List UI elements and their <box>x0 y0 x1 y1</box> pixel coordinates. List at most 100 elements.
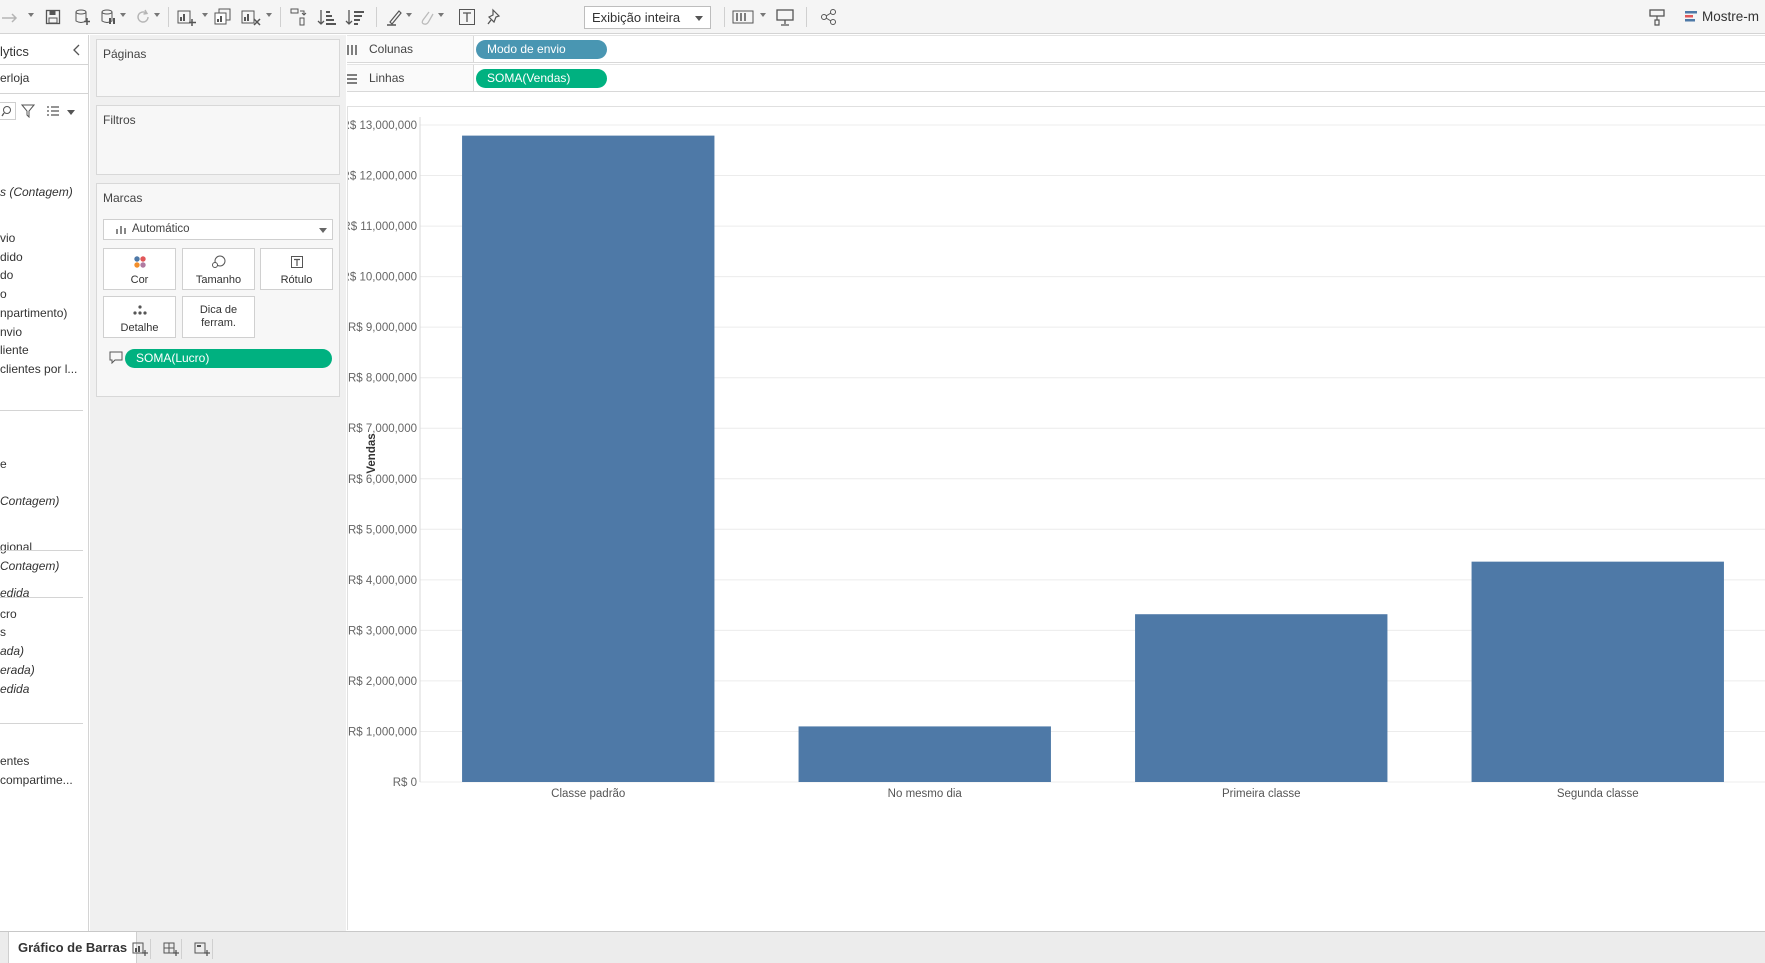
highlight-icon[interactable] <box>384 6 406 28</box>
analytics-tab-label[interactable]: lytics <box>0 44 29 59</box>
marks-card: Marcas Automático Cor Tamanho Rótulo Det… <box>96 183 340 397</box>
show-cards-icon[interactable] <box>732 6 754 28</box>
detail-button[interactable]: Detalhe <box>103 296 176 338</box>
search-field[interactable] <box>0 102 16 120</box>
chevron-down-icon <box>695 16 703 21</box>
field-item[interactable]: s <box>0 625 6 639</box>
field-item[interactable]: ada) <box>0 644 24 658</box>
bar[interactable] <box>462 135 715 782</box>
refresh-dropdown-icon[interactable] <box>154 13 160 17</box>
field-item[interactable]: o <box>0 287 7 301</box>
field-item[interactable]: erada) <box>0 663 35 677</box>
field-item[interactable]: liente <box>0 343 29 357</box>
pane-divider <box>0 723 83 724</box>
field-item[interactable]: vio <box>0 231 15 245</box>
view-options-icon[interactable] <box>46 105 60 120</box>
redo-dropdown-icon[interactable] <box>28 13 34 17</box>
field-item[interactable]: cro <box>0 607 17 621</box>
collapse-pane-icon[interactable] <box>73 44 81 59</box>
pages-card[interactable]: Páginas <box>96 39 340 97</box>
chart-view: R$ 0 R$ 1,000,000 R$ 2,000,000 R$ 3,000,000… <box>347 106 1765 930</box>
y-tick-label: R$ 12,000,000 <box>348 171 417 183</box>
new-dashboard-tab-icon[interactable] <box>160 939 182 959</box>
sheet-tab-active[interactable]: Gráfico de Barras <box>8 932 138 963</box>
redo-icon[interactable] <box>0 6 22 28</box>
field-item[interactable]: e <box>0 457 7 471</box>
pane-divider <box>0 93 88 94</box>
field-item[interactable]: Contagem) <box>0 559 59 573</box>
toolbar-divider <box>376 7 377 27</box>
label-button[interactable]: Rótulo <box>260 248 333 290</box>
color-button[interactable]: Cor <box>103 248 176 290</box>
size-button[interactable]: Tamanho <box>182 248 255 290</box>
duplicate-sheet-icon[interactable] <box>212 6 234 28</box>
show-cards-dropdown-icon[interactable] <box>760 13 766 17</box>
view-options-dropdown-icon[interactable] <box>67 110 75 115</box>
presentation-mode-icon[interactable] <box>774 6 796 28</box>
bar[interactable] <box>1471 561 1724 782</box>
field-item[interactable]: dido <box>0 250 23 264</box>
mark-type-dropdown[interactable]: Automático <box>103 219 333 240</box>
field-item[interactable]: npartimento) <box>0 306 67 320</box>
pause-datasource-icon[interactable] <box>98 6 120 28</box>
format-painter-icon[interactable] <box>1646 6 1668 28</box>
size-icon <box>211 255 225 268</box>
field-item[interactable]: s (Contagem) <box>0 185 73 199</box>
y-tick-label: R$ 8,000,000 <box>348 373 417 385</box>
new-story-tab-icon[interactable] <box>191 939 213 959</box>
share-icon[interactable] <box>818 6 840 28</box>
columns-drop-zone[interactable]: Modo de envio <box>473 36 1765 62</box>
field-item[interactable]: compartime... <box>0 773 73 787</box>
pane-divider <box>0 410 83 411</box>
field-item[interactable]: Contagem) <box>0 494 59 508</box>
field-item[interactable]: nvio <box>0 325 22 339</box>
tooltip-button[interactable]: Dica de ferram. <box>182 296 255 338</box>
new-datasource-icon[interactable] <box>72 6 94 28</box>
bar[interactable] <box>798 726 1051 782</box>
sort-ascending-icon[interactable] <box>316 6 338 28</box>
toolbar-divider <box>806 7 807 27</box>
toolbar-divider <box>168 7 169 27</box>
pane-divider <box>0 550 83 551</box>
new-worksheet-dropdown-icon[interactable] <box>202 13 208 17</box>
size-button-label: Tamanho <box>195 274 242 286</box>
group-dropdown-icon[interactable] <box>438 13 444 17</box>
filters-card-title: Filtros <box>103 113 136 127</box>
show-me-icon[interactable] <box>1680 6 1702 28</box>
fit-dropdown[interactable]: Exibição inteira <box>584 6 711 29</box>
rows-shelf-label: Linhas <box>369 71 405 85</box>
field-item[interactable]: clientes por l... <box>0 362 77 376</box>
show-mark-labels-icon[interactable] <box>456 6 478 28</box>
rows-drop-zone[interactable]: SOMA(Vendas) <box>473 65 1765 91</box>
filter-icon[interactable] <box>20 104 36 121</box>
save-icon[interactable] <box>42 6 64 28</box>
fix-axes-icon[interactable] <box>484 6 506 28</box>
y-axis-title: Vendas <box>366 433 378 473</box>
new-worksheet-icon[interactable] <box>176 6 198 28</box>
field-item[interactable]: entes <box>0 754 29 768</box>
new-worksheet-tab-icon[interactable] <box>129 939 151 959</box>
marks-profit-pill[interactable]: SOMA(Lucro) <box>125 349 332 368</box>
field-item[interactable]: gional <box>0 540 32 554</box>
field-item[interactable]: edida <box>0 682 29 696</box>
datasource-name[interactable]: erloja <box>0 71 29 85</box>
sort-descending-icon[interactable] <box>344 6 366 28</box>
refresh-icon[interactable] <box>132 6 154 28</box>
filters-card[interactable]: Filtros <box>96 105 340 175</box>
show-me-label[interactable]: Mostre-m <box>1702 9 1759 24</box>
y-tick-label: R$ 5,000,000 <box>348 524 417 536</box>
bar[interactable] <box>1135 614 1388 782</box>
detail-icon <box>132 305 147 315</box>
clear-sheet-dropdown-icon[interactable] <box>266 13 272 17</box>
datasource-dropdown-icon[interactable] <box>120 13 126 17</box>
columns-shipping-mode-pill[interactable]: Modo de envio <box>476 40 607 59</box>
pane-divider <box>0 597 83 598</box>
field-item[interactable]: do <box>0 268 13 282</box>
group-members-icon[interactable] <box>416 6 438 28</box>
rows-sales-pill[interactable]: SOMA(Vendas) <box>476 69 607 88</box>
pane-divider <box>0 64 88 65</box>
y-tick-label: R$ 10,000,000 <box>348 272 417 284</box>
swap-rows-columns-icon[interactable] <box>288 6 310 28</box>
clear-sheet-icon[interactable] <box>240 6 262 28</box>
highlight-dropdown-icon[interactable] <box>406 13 412 17</box>
